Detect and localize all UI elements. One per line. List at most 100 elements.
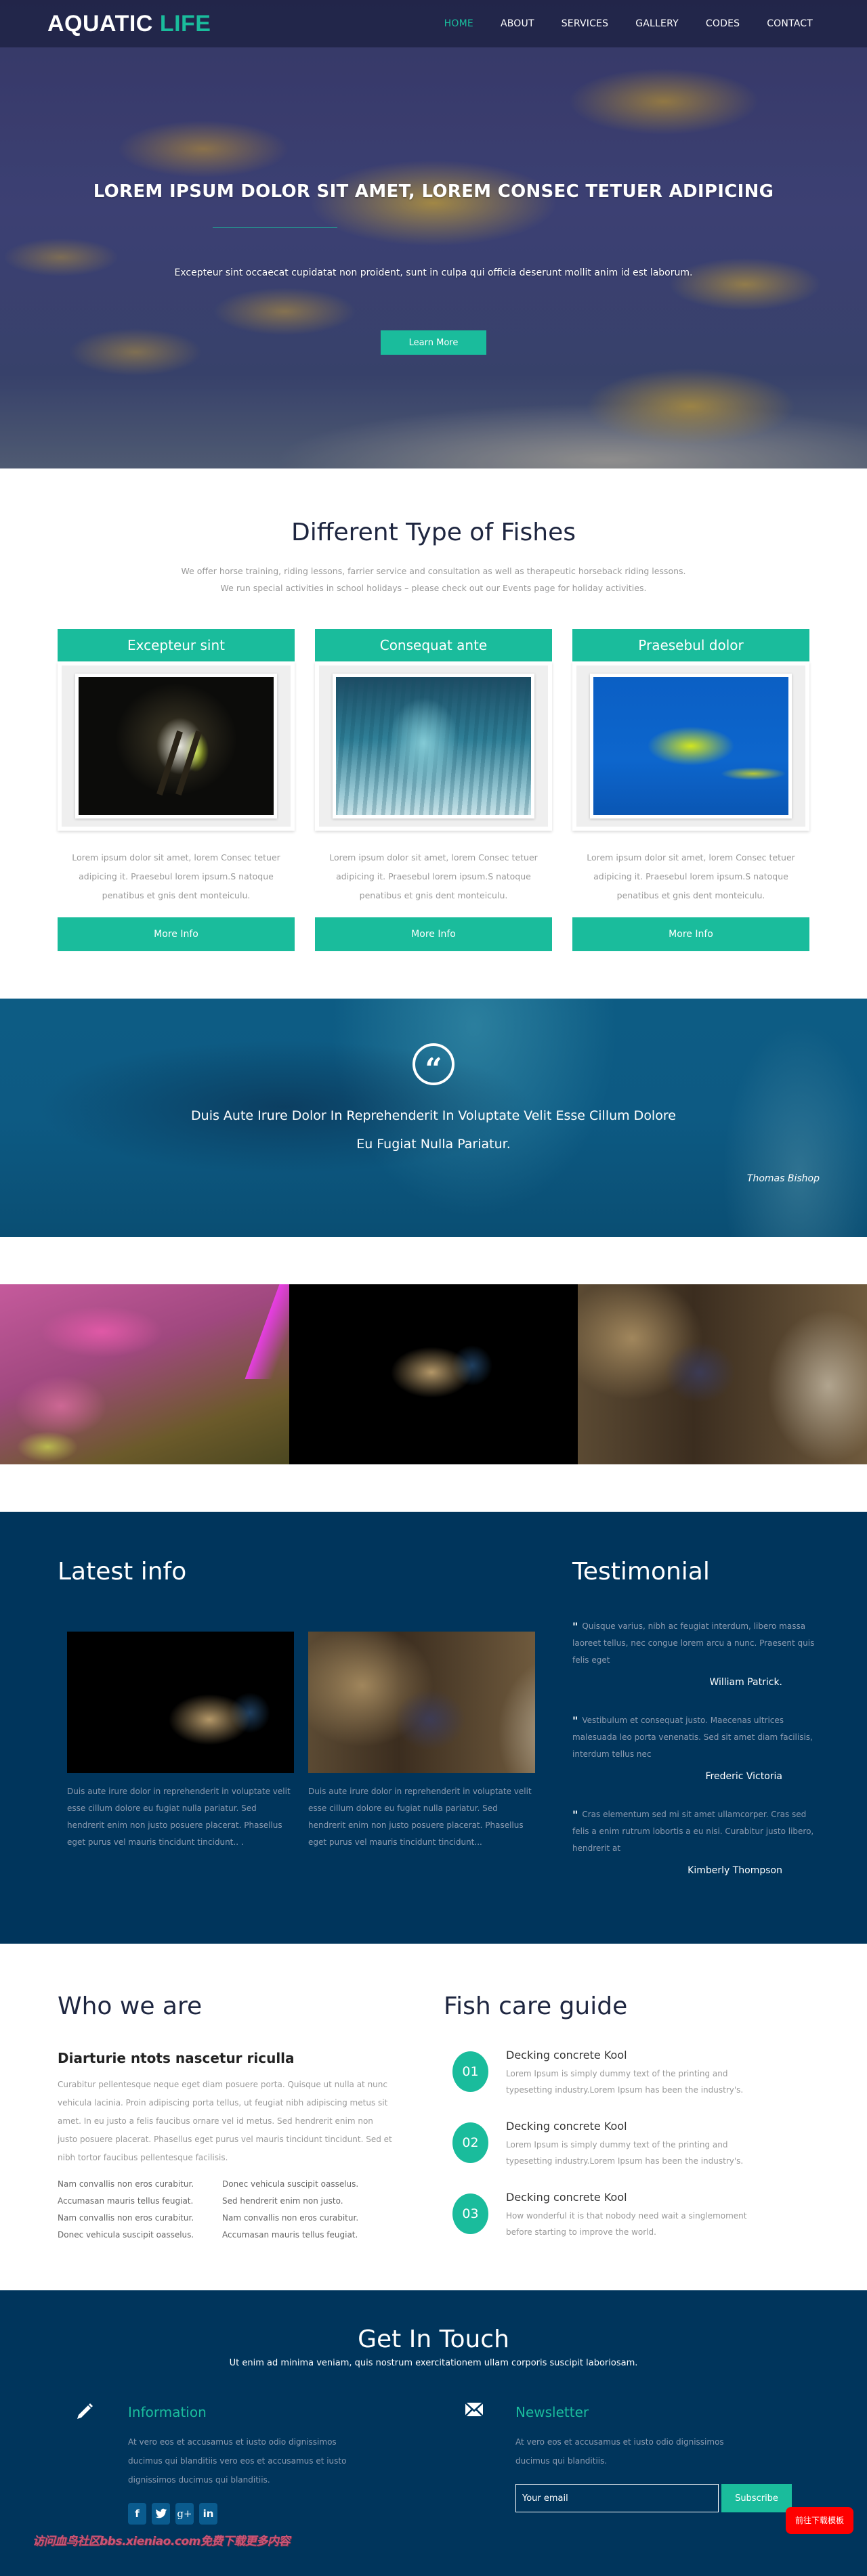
nav-contact[interactable]: CONTACT: [753, 18, 826, 29]
page: AQUATIC LIFE HOME ABOUT SERVICES GALLERY…: [0, 0, 867, 2576]
lionfish-image[interactable]: [67, 1632, 294, 1773]
more-info-button[interactable]: More Info: [315, 917, 552, 951]
quote-text: Duis Aute Irure Dolor In Reprehenderit I…: [191, 1108, 676, 1152]
quote-mark-icon: ": [572, 1620, 578, 1633]
care-steps: 01 Decking concrete Kool Lorem Ipsum is …: [444, 2049, 796, 2237]
cowfish-image: [593, 677, 788, 815]
care-step: 01 Decking concrete Kool Lorem Ipsum is …: [444, 2049, 796, 2095]
quote-mark-icon: ": [572, 1808, 578, 1821]
care-title: Fish care guide: [444, 1992, 628, 2020]
contact-subtitle: Ut enim ad minima veniam, quis nostrum e…: [229, 2358, 638, 2368]
information-title: Information: [128, 2404, 207, 2420]
section-intro: We offer horse training, riding lessons,…: [181, 566, 686, 593]
step-text: How wonderful it is that nobody need wai…: [506, 2211, 747, 2237]
information-text: At vero eos et accusamus et iusto odio d…: [128, 2437, 347, 2485]
who-text: Curabitur pellentesque neque eget diam p…: [58, 2080, 392, 2162]
facebook-icon[interactable]: f: [128, 2503, 146, 2525]
learn-more-button[interactable]: Learn More: [381, 330, 486, 355]
nav-services[interactable]: SERVICES: [548, 18, 622, 29]
card-text: Lorem ipsum dolor sit amet, lorem Consec…: [72, 852, 280, 900]
gallery-image-aquarium[interactable]: [0, 1284, 289, 1464]
subscribe-form: Subscribe: [515, 2484, 811, 2512]
testimonial-text: Quisque varius, nibh ac feugiat interdum…: [572, 1621, 815, 1665]
testimonial-text: Vestibulum et consequat justo. Maecenas …: [572, 1716, 813, 1759]
pencil-icon: [75, 2401, 95, 2426]
care-step: 03 Decking concrete Kool How wonderful i…: [444, 2191, 796, 2237]
card-title: Consequat ante: [315, 629, 552, 661]
latest-testimonial-section: Latest info Duis aute irure dolor in rep…: [0, 1512, 867, 1944]
testimonials: Testimonial " Quisque varius, nibh ac feu…: [572, 1512, 816, 1900]
more-info-button[interactable]: More Info: [58, 917, 295, 951]
nav-home[interactable]: HOME: [431, 18, 487, 29]
news-text: Duis aute irure dolor in reprehenderit i…: [308, 1787, 532, 1847]
bannerfish-image: [79, 677, 274, 815]
contact-title: Get In Touch: [358, 2326, 509, 2353]
cardinalfish-image[interactable]: [308, 1632, 535, 1773]
twitter-icon[interactable]: [152, 2503, 170, 2525]
card-frame-inner: [576, 665, 805, 827]
quote-banner: “ Duis Aute Irure Dolor In Reprehenderit…: [0, 999, 867, 1237]
card-frame: [58, 661, 295, 831]
logo-accent: LIFE: [159, 10, 211, 37]
nav-codes[interactable]: CODES: [692, 18, 753, 29]
step-number-badge: 03: [452, 2193, 488, 2234]
testimonial-name: William Patrick.: [709, 1677, 782, 1688]
fish-card: Consequat ante Lorem ipsum dolor sit ame…: [315, 629, 552, 951]
list-item: Nam convallis non eros curabitur.: [58, 2213, 194, 2223]
who-lists: Nam convallis non eros curabitur. Accuma…: [58, 2176, 393, 2244]
step-text: Lorem Ipsum is simply dummy text of the …: [506, 2140, 744, 2166]
download-template-button[interactable]: 前往下载模板: [786, 2507, 853, 2534]
logo[interactable]: AQUATIC LIFE: [47, 11, 211, 37]
gallery-image-lionfish[interactable]: [289, 1284, 578, 1464]
testimonial-body: " Cras elementum sed mi sit amet ullamcor…: [572, 1806, 816, 1857]
google-plus-icon[interactable]: g+: [175, 2503, 194, 2525]
card-frame: [315, 661, 552, 831]
list-item: Donec vehicula suscipit oasselus.: [222, 2179, 359, 2189]
nav-about[interactable]: ABOUT: [487, 18, 548, 29]
testimonial-name: Kimberly Thompson: [688, 1865, 782, 1876]
more-info-button[interactable]: More Info: [572, 917, 809, 951]
list-item: Nam convallis non eros curabitur.: [222, 2213, 359, 2223]
envelope-icon: [465, 2401, 484, 2422]
card-text: Lorem ipsum dolor sit amet, lorem Consec…: [329, 852, 538, 900]
care-step: 02 Decking concrete Kool Lorem Ipsum is …: [444, 2120, 796, 2166]
nav-gallery[interactable]: GALLERY: [622, 18, 692, 29]
gallery-image-cardinalfish[interactable]: [578, 1284, 867, 1464]
latest-title: Latest info: [58, 1558, 187, 1586]
who-subtitle: Diarturie ntots nascetur riculla: [58, 2050, 295, 2066]
social-links: f g+ in: [128, 2503, 359, 2525]
list-item: Accumasan mauris tellus feugiat.: [222, 2230, 358, 2240]
hero-title: LOREM IPSUM DOLOR SIT AMET, LOREM CONSEC…: [93, 181, 774, 202]
linkedin-icon[interactable]: in: [199, 2503, 217, 2525]
list-item: Sed hendrerit enim non justo.: [222, 2196, 343, 2206]
news-text: Duis aute irure dolor in reprehenderit i…: [67, 1787, 291, 1847]
testimonial-body: " Vestibulum et consequat justo. Maecenas…: [572, 1712, 816, 1763]
testimonial-list: " Quisque varius, nibh ac feugiat interdu…: [572, 1618, 816, 1876]
fish-cards: Excepteur sint Lorem ipsum dolor sit ame…: [0, 629, 867, 951]
fish-card: Excepteur sint Lorem ipsum dolor sit ame…: [58, 629, 295, 951]
testimonial-body: " Quisque varius, nibh ac feugiat interdu…: [572, 1618, 816, 1669]
card-frame: [572, 661, 809, 831]
step-number-badge: 02: [452, 2122, 488, 2163]
newsletter-block: Newsletter At vero eos et accusamus et i…: [459, 2401, 811, 2512]
fish-care-guide: Fish care guide 01 Decking concrete Kool…: [444, 1992, 796, 2265]
watermark-text: 访问血鸟社区bbs.xieniao.com免费下载更多内容: [33, 2535, 290, 2548]
testimonial-name: Frederic Victoria: [705, 1771, 782, 1782]
email-input[interactable]: [515, 2484, 719, 2512]
quote-mark-icon: ": [572, 1714, 578, 1727]
list-item: Donec vehicula suscipit oasselus.: [58, 2230, 194, 2240]
fish-types-section: Different Type of Fishes We offer horse …: [0, 468, 867, 999]
list-item: Accumasan mauris tellus feugiat.: [58, 2196, 194, 2206]
news-item: Duis aute irure dolor in reprehenderit i…: [308, 1632, 535, 1851]
newsletter-title: Newsletter: [515, 2404, 589, 2420]
subscribe-button[interactable]: Subscribe: [721, 2484, 792, 2512]
step-title: Decking concrete Kool: [506, 2049, 627, 2061]
quote-author: Thomas Bishop: [746, 1173, 820, 1184]
list-item: Nam convallis non eros curabitur.: [58, 2179, 194, 2189]
step-text: Lorem Ipsum is simply dummy text of the …: [506, 2069, 744, 2095]
card-photo-border: [333, 674, 534, 818]
nav-links: HOME ABOUT SERVICES GALLERY CODES CONTAC…: [431, 18, 826, 29]
card-title: Praesebul dolor: [572, 629, 809, 661]
who-we-are: Who we are Diarturie ntots nascetur ricu…: [58, 1992, 393, 2244]
news-item: Duis aute irure dolor in reprehenderit i…: [67, 1632, 294, 1851]
